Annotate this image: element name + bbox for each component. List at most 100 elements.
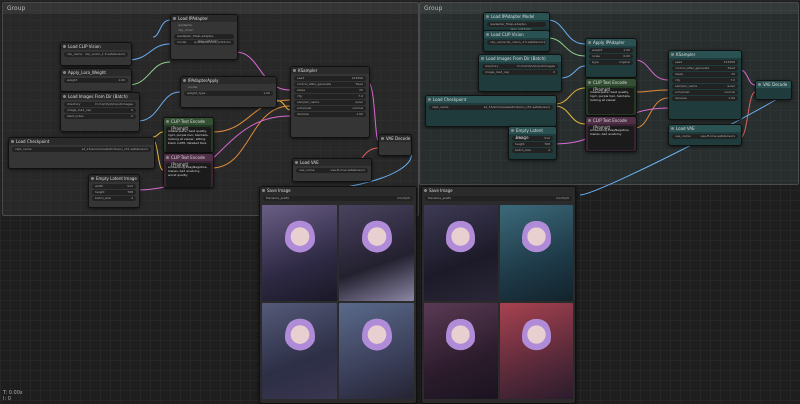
generated-image-preview[interactable] [499,303,573,399]
image-preview-grid [422,203,575,401]
widget-height[interactable]: height 768 [512,142,553,147]
node-load-clip-vision-left[interactable]: Load CLIP Vision clip_name clip_vision_1.… [60,42,132,66]
node-title: KSampler [669,51,741,58]
widget-filename-prefix[interactable]: filename_prefix ComfyUI [425,196,572,201]
widget-start-index[interactable]: start_index 0 [64,114,136,119]
node-title: CLIP Text Encode (Prompt) [586,79,636,92]
node-title: VAE Decode [756,81,791,88]
widget-ipadapter-file[interactable]: ipadapter_file ip-adapter-plus_sd15.bin [487,22,546,31]
generated-image-preview[interactable] [262,303,337,399]
node-load-images-right[interactable]: Load Images From Dir (Batch) directory D:… [478,54,562,92]
status-queue: I: 0 [3,396,11,402]
node-load-vae-right[interactable]: Load VAE vae_name vae-ft-mse.safetensors [668,124,742,146]
widget-weight-type[interactable]: type original [589,60,633,65]
input-slot[interactable]: model [184,85,273,90]
node-empty-latent-right[interactable]: Empty Latent Image width512 height768 ba… [508,126,557,160]
node-load-clip-vision-right[interactable]: Load CLIP Vision clip_name clip_vision_1.… [483,30,550,52]
widget-image-load-cap[interactable]: image_load_cap 0 [64,108,136,113]
widget-control-after-generate[interactable]: control_after_generate fixed [294,82,366,87]
generated-image-preview[interactable] [339,205,414,301]
node-ipadapter-apply-left[interactable]: IPAdapterApply model weight_type 1.00 [180,76,277,108]
widget-cfg[interactable]: cfg 7.0 [672,78,738,83]
widget-seed[interactable]: seed 123456 [294,76,366,81]
node-load-checkpoint-left[interactable]: Load Checkpoint ckpt_name sd_15/anime/rea… [8,137,155,169]
widget-directory[interactable]: directory D:/ComfyUI/input/images [482,64,558,69]
generated-image-preview[interactable] [339,303,414,399]
node-title: Apply IPAdapter [586,39,636,46]
widget-ckpt-name[interactable]: ckpt_name sd_15/anime/realisticVision_v51… [429,105,553,110]
node-apply-lora-weight-left[interactable]: Apply_Lora_Weight weight 1.00 [60,68,132,92]
generated-image-preview[interactable] [499,205,573,301]
node-clip-text-encode-negative-right[interactable]: CLIP Text Encode (Prompt) embedding:Easy… [585,116,637,152]
node-title: Apply_Lora_Weight [61,69,131,76]
node-title: KSampler [291,67,369,74]
widget-sampler-name[interactable]: sampler_name euler [672,84,738,89]
widget-height[interactable]: height 768 [92,190,136,195]
node-title: CLIP Text Encode (Prompt) [164,118,213,131]
node-save-image-right[interactable]: Save Image filename_prefix ComfyUI [421,186,576,404]
node-save-image-left[interactable]: Save Image filename_prefix ComfyUI [259,186,417,404]
node-apply-ipadapter-right[interactable]: Apply IPAdapter weight 1.00 noise 0.00 typ… [585,38,637,78]
node-ksampler-left[interactable]: KSampler seed 123456 control_after_genera… [290,66,370,138]
node-title: CLIP Text Encode (Prompt) [164,154,213,167]
widget-denoise[interactable]: denoise 1.00 [672,96,738,101]
widget-noise[interactable]: noise 0.00 [589,54,633,59]
widget-steps[interactable]: steps 20 [294,88,366,93]
generated-image-preview[interactable] [424,205,498,301]
node-load-vae-left[interactable]: Load VAE vae_name vae-ft-mse.safetensors [292,158,372,182]
widget-ipadapter-file-2[interactable]: model ip-adapter-plus_sd15.bin [174,40,234,45]
node-title: Load VAE [293,159,371,166]
node-title: Empty Latent Image [89,175,139,182]
node-title: Load CLIP Vision [484,31,549,38]
widget-scheduler[interactable]: scheduler normal [294,106,366,111]
node-title: Empty Latent Image [509,127,556,140]
node-title: Load IPAdapter Model [484,13,549,20]
widget-scheduler[interactable]: scheduler normal [672,90,738,95]
input-slot[interactable]: clip_vision [174,28,234,33]
widget-image-load-cap[interactable]: image_load_cap 0 [482,70,558,75]
widget-ipadapter-file[interactable]: ipadapter_file ip-adapter-plus_sd15.bin [174,34,234,43]
widget-steps[interactable]: steps 20 [672,72,738,77]
widget-width[interactable]: width512 [92,184,136,189]
widget-cfg[interactable]: cfg 7.0 [294,94,366,99]
image-preview-grid [260,203,416,401]
node-ksampler-right[interactable]: KSampler seed 123456 control_after_genera… [668,50,742,120]
node-clip-text-encode-positive-left[interactable]: CLIP Text Encode (Prompt) masterpiece, b… [163,117,214,153]
node-clip-text-encode-positive-right[interactable]: CLIP Text Encode (Prompt) masterpiece, b… [585,78,637,116]
node-clip-text-encode-negative-left[interactable]: CLIP Text Encode (Prompt) embedding:Easy… [163,153,214,188]
widget-weight[interactable]: weight 1.00 [589,48,633,53]
widget-vae-name[interactable]: vae_name vae-ft-mse.safetensors [296,168,368,173]
node-title: Save Image [260,187,416,194]
node-title: Load Images From Dir (Batch) [61,93,139,100]
node-vae-decode-left[interactable]: VAE Decode [378,134,412,156]
widget-filename-prefix[interactable]: filename_prefix ComfyUI [263,196,413,201]
node-load-checkpoint-right[interactable]: Load Checkpoint ckpt_name sd_15/anime/rea… [425,95,557,127]
node-title: IPAdapterApply [181,77,276,84]
generated-image-preview[interactable] [262,205,337,301]
widget-vae-name[interactable]: vae_name vae-ft-mse.safetensors [672,134,738,139]
widget-batch-size[interactable]: batch_size 4 [512,148,553,153]
widget-control-after-generate[interactable]: control_after_generate fixed [672,66,738,71]
node-empty-latent-left[interactable]: Empty Latent Image width 512 height 768 ba… [88,174,140,208]
node-load-images-left[interactable]: Load Images From Dir (Batch) directory D:… [60,92,140,132]
node-vae-decode-right[interactable]: VAE Decode [755,80,792,100]
node-title: Save Image [422,187,575,194]
widget-directory[interactable]: directory D:/ComfyUI/input/images [64,102,136,107]
widget-batch-size[interactable]: batch_size 4 [92,196,136,201]
node-load-ipadapter-left[interactable]: Load IPAdapter ipadapter clip_vision ipa… [170,14,238,60]
node-title: Load IPAdapter [171,15,237,22]
generated-image-preview[interactable] [424,303,498,399]
widget-clip-name[interactable]: clip_name clip_vision_1.5.safetensors [487,40,546,45]
widget-weight-type[interactable]: weight_type 1.00 [184,91,273,96]
widget-denoise[interactable]: denoise 1.00 [294,112,366,117]
node-title: CLIP Text Encode (Prompt) [586,117,636,130]
node-title: Load CLIP Vision [61,43,131,50]
widget-seed[interactable]: seed 123456 [672,60,738,65]
widget-clip-name[interactable]: clip_name clip_vision_1.5.safetensors [64,52,128,57]
widget-sampler-name[interactable]: sampler_name euler [294,100,366,105]
widget-weight[interactable]: weight 1.00 [64,78,128,83]
node-title: Load Checkpoint [426,96,556,103]
node-title: Load VAE [669,125,741,132]
status-readout: T: 0.00s I: 0 [3,390,23,402]
widget-ckpt-name[interactable]: ckpt_name sd_15/anime/realisticVision_v51… [12,147,151,152]
